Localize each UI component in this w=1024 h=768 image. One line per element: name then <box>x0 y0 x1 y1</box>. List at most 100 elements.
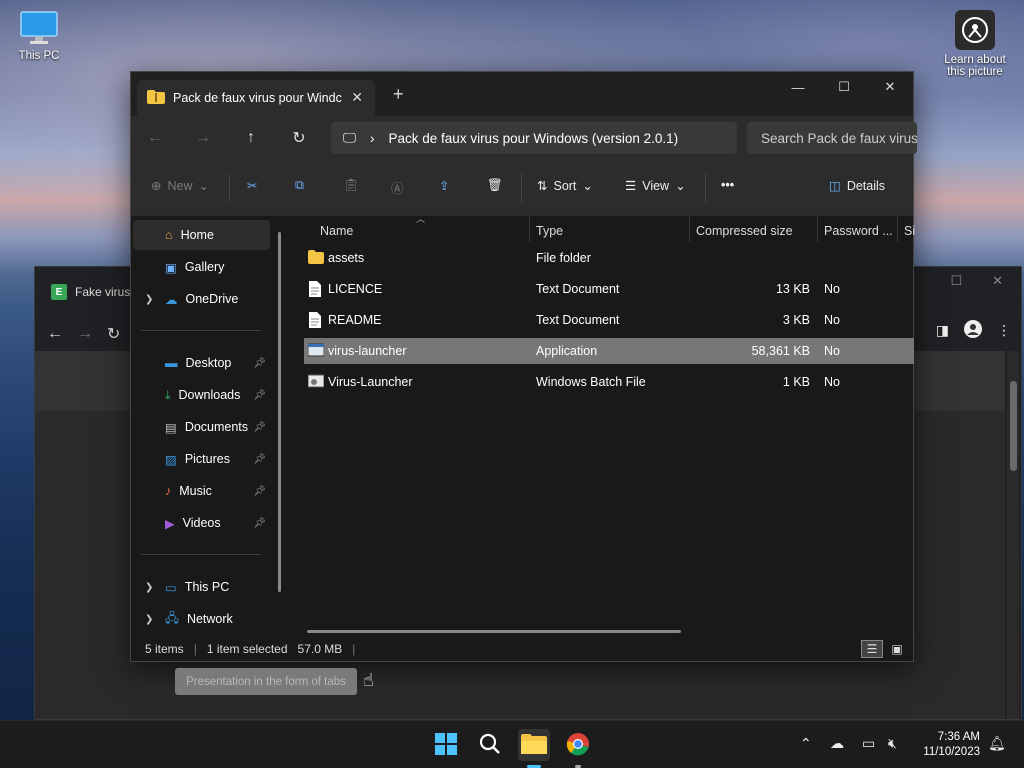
file-row-virus-launcher-bat[interactable]: Virus-Launcher Windows Batch File 1 KB N… <box>304 369 914 395</box>
delete-button[interactable]: 🗑︎ <box>487 178 503 193</box>
sidebar-item-label: Desktop <box>185 356 232 370</box>
taskbar-chrome[interactable] <box>562 729 594 768</box>
notification-bell-icon[interactable]: 🔔︎ <box>988 735 1006 752</box>
file-password: No <box>824 313 840 327</box>
details-view-icon[interactable]: ☰ <box>861 640 883 658</box>
desktop-icon-this-pc[interactable]: This PC <box>4 10 74 62</box>
browser-scrollbar[interactable] <box>1007 351 1019 719</box>
sidebar-item-videos[interactable]: ▶ Videos 📌︎ <box>133 508 270 538</box>
sidebar-item-onedrive[interactable]: ❯ ☁ OneDrive <box>133 284 270 314</box>
reload-icon[interactable]: ↻ <box>107 324 120 344</box>
column-header-password[interactable]: Password ... <box>824 224 893 238</box>
network-tray-icon[interactable]: ▭ <box>862 735 875 752</box>
chevron-right-icon[interactable]: ❯ <box>145 582 153 593</box>
copy-icon: ⧉ <box>295 178 304 192</box>
view-button[interactable]: ☰ View ⌄ <box>625 178 686 194</box>
taskbar-file-explorer[interactable] <box>518 729 550 768</box>
tooltip: Presentation in the form of tabs <box>175 668 357 695</box>
sidebar-item-this-pc[interactable]: ❯ ▭ This PC <box>133 572 270 602</box>
tab-close-icon[interactable]: ✕ <box>351 89 363 106</box>
sidepanel-icon[interactable]: ◨ <box>936 322 949 339</box>
sidebar-item-desktop[interactable]: ▬ Desktop 📌︎ <box>133 348 270 378</box>
file-row-virus-launcher-exe[interactable]: virus-launcher Application 58,361 KB No <box>304 338 914 364</box>
desktop-icon-learn-about-picture[interactable]: Learn about this picture <box>940 10 1010 78</box>
close-icon[interactable]: ✕ <box>867 72 913 102</box>
toolbar-separator <box>521 174 522 202</box>
search-button[interactable] <box>474 729 506 761</box>
column-header-size[interactable]: Compressed size <box>696 224 793 238</box>
sidebar-item-label: Downloads <box>178 388 241 402</box>
chevron-right-icon[interactable]: ❯ <box>145 614 153 625</box>
address-bar[interactable]: 🖵 › Pack de faux virus pour Windows (ver… <box>331 122 737 154</box>
back-arrow-icon[interactable]: ← <box>47 325 63 343</box>
details-button[interactable]: ◫ Details <box>829 178 885 194</box>
refresh-icon[interactable]: ↻ <box>275 128 323 148</box>
kebab-menu-icon[interactable]: ⋮ <box>997 322 1011 339</box>
pin-icon[interactable]: 📌︎ <box>253 390 266 401</box>
clock[interactable]: 7:36 AM 11/10/2023 <box>923 730 980 760</box>
column-divider[interactable] <box>817 216 818 242</box>
pin-icon[interactable]: 📌︎ <box>253 422 266 433</box>
cut-button[interactable]: ✂ <box>247 178 257 193</box>
navigation-scrollbar[interactable] <box>278 232 281 592</box>
pin-icon[interactable]: 📌︎ <box>253 454 266 465</box>
chevron-up-icon[interactable]: ⌃ <box>800 735 812 752</box>
explorer-tab[interactable]: Pack de faux virus pour Windc ✕ <box>137 80 375 116</box>
new-button[interactable]: ⊕ New ⌄ <box>151 178 209 194</box>
new-label: New <box>167 178 193 193</box>
onedrive-tray-icon[interactable]: ☁ <box>830 735 844 752</box>
forward-arrow-icon[interactable]: → <box>77 325 93 343</box>
volume-muted-icon[interactable]: 🔇︎ <box>888 735 897 752</box>
paste-button[interactable]: 📋︎ <box>343 178 359 193</box>
close-icon[interactable]: ✕ <box>992 273 1003 289</box>
file-list-scrollbar[interactable] <box>307 630 681 633</box>
sidebar-item-music[interactable]: ♪ Music 📌︎ <box>133 476 270 506</box>
maximize-icon[interactable]: ☐ <box>821 72 867 102</box>
pin-icon[interactable]: 📌︎ <box>253 486 266 497</box>
file-row-assets[interactable]: assets File folder <box>304 245 914 271</box>
rename-button[interactable]: Ⓐ <box>391 178 404 197</box>
new-tab-icon[interactable]: + <box>393 84 404 105</box>
file-row-readme[interactable]: README Text Document 3 KB No <box>304 307 914 333</box>
file-type: Text Document <box>536 282 620 296</box>
share-button[interactable]: ⇪ <box>439 178 449 193</box>
column-divider[interactable] <box>897 216 898 242</box>
start-button[interactable] <box>430 729 462 761</box>
column-divider[interactable] <box>689 216 690 242</box>
column-header-name[interactable]: Name <box>320 224 353 238</box>
copy-button[interactable]: ⧉ <box>295 178 304 193</box>
column-header-extra[interactable]: Si <box>904 224 915 238</box>
view-icon: ☰ <box>625 179 637 193</box>
browser-tab[interactable]: E Fake virus <box>51 284 130 300</box>
zip-folder-icon <box>147 89 165 107</box>
file-row-licence[interactable]: LICENCE Text Document 13 KB No <box>304 276 914 302</box>
minimize-icon[interactable]: — <box>775 72 821 102</box>
onedrive-icon: ☁ <box>165 292 178 307</box>
sidebar-item-pictures[interactable]: ▨ Pictures 📌︎ <box>133 444 270 474</box>
back-arrow-icon[interactable]: ← <box>131 129 179 147</box>
up-arrow-icon[interactable]: ↑ <box>227 129 275 147</box>
sidebar-item-downloads[interactable]: ⤓ Downloads 📌︎ <box>133 380 270 410</box>
profile-icon[interactable] <box>963 319 983 342</box>
sidebar-item-home[interactable]: ⌂ Home <box>133 220 270 250</box>
sidebar-item-network[interactable]: ❯ 🖧︎ Network <box>133 604 270 634</box>
sidebar-item-documents[interactable]: ▤ Documents 📌︎ <box>133 412 270 442</box>
column-divider[interactable] <box>529 216 530 242</box>
file-explorer-window[interactable]: Pack de faux virus pour Windc ✕ + — ☐ ✕ … <box>130 71 917 662</box>
pin-icon[interactable]: 📌︎ <box>253 518 266 529</box>
maximize-icon[interactable]: ☐ <box>950 273 962 289</box>
sort-label: Sort <box>553 178 577 193</box>
scroll-thumb[interactable] <box>1010 381 1017 471</box>
forward-arrow-icon[interactable]: → <box>179 129 227 147</box>
pin-icon[interactable]: 📌︎ <box>253 358 266 369</box>
search-box[interactable]: Search Pack de faux virus <box>747 122 917 154</box>
sidebar-item-gallery[interactable]: ▣ Gallery <box>133 252 270 282</box>
more-options-button[interactable]: ••• <box>721 178 734 192</box>
chevron-right-icon[interactable]: ❯ <box>145 294 153 305</box>
trash-icon: 🗑︎ <box>487 178 503 192</box>
tiles-view-icon[interactable]: ▣ <box>887 640 907 658</box>
column-header-type[interactable]: Type <box>536 224 563 238</box>
file-size: 1 KB <box>782 375 810 389</box>
rename-icon: Ⓐ <box>391 182 404 196</box>
sort-button[interactable]: ⇅ Sort ⌄ <box>537 178 593 194</box>
